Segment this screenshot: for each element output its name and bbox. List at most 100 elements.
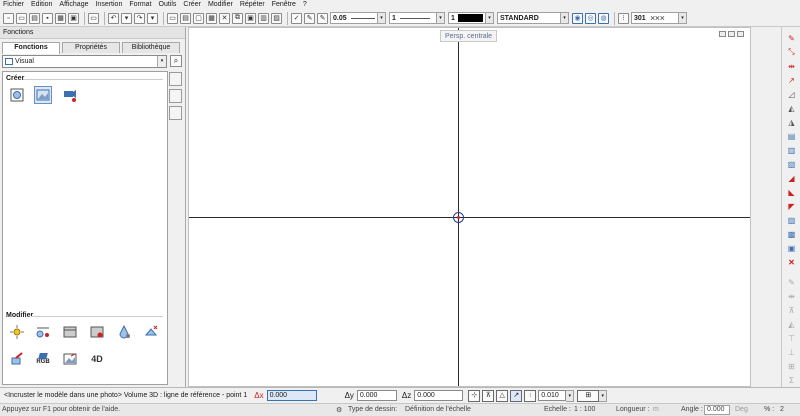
split-icon[interactable]: ▨ [786,215,797,225]
hatch-field[interactable]: 301 ⨯⨯⨯ [631,12,679,24]
render-window-button[interactable] [61,323,79,341]
animation-4d-button[interactable]: 4D [88,350,106,368]
new-file-icon[interactable]: ▫ [3,12,14,24]
camera-view-button[interactable] [8,86,26,104]
redo-dropdown-icon[interactable]: ▾ [147,12,158,24]
stretch-entity-icon[interactable]: ↗ [786,75,797,85]
stretch-icon[interactable]: ▭ [167,12,178,24]
step-dropdown[interactable]: ▾ [566,389,575,402]
tab-fonctions[interactable]: Fonctions [2,42,60,54]
surface-settings-button[interactable] [115,323,133,341]
snap-settings-icon[interactable]: ⊞ [577,389,600,402]
undo-icon[interactable]: ↶ [108,12,119,24]
scale-value[interactable]: 1 : 100 [574,406,595,413]
fragment-icon[interactable]: ▤ [180,12,191,24]
tab-bibliotheque[interactable]: Bibliothèque [122,42,180,53]
line-type-field[interactable]: 1 [389,12,437,24]
snap-settings-dropdown[interactable]: ▾ [599,389,608,402]
group-icon[interactable]: ▣ [786,243,797,253]
hide-icon[interactable]: ▨ [271,12,282,24]
style-manager-icon[interactable]: ◍ [598,12,609,24]
menu-affichage[interactable]: Affichage [59,0,88,10]
path-settings-button[interactable] [34,323,52,341]
mirror-copy-icon[interactable]: ◮ [786,117,797,127]
style-field[interactable]: STANDARD [497,12,561,24]
tab-proprietes[interactable]: Propriétés [62,42,120,53]
save-icon[interactable]: ▪ [42,12,53,24]
angle-value[interactable]: 0.000 [704,405,730,415]
menu-repeter[interactable]: Répéter [240,0,265,10]
side-tab-palette-icon[interactable] [169,72,182,86]
menu-creer[interactable]: Créer [183,0,201,10]
video-camera-button[interactable] [61,86,79,104]
paste-icon[interactable]: ▣ [245,12,256,24]
color-dropdown[interactable]: ▾ [486,12,494,24]
view-mode-badge[interactable]: Persp. centrale [440,30,498,42]
point-snap-icon[interactable]: ⊼ [482,389,495,402]
chamfer-icon[interactable]: ◤ [786,201,797,211]
scale-icon[interactable]: ▧ [786,159,797,169]
menu-fichier[interactable]: Fichier [3,0,24,10]
axes-icon[interactable]: ⊹ [468,389,481,402]
step-input[interactable]: 0.010 [538,390,567,401]
light-source-button[interactable] [142,323,160,341]
line-weight-dropdown[interactable]: ▾ [378,12,386,24]
light-settings-button[interactable] [8,323,26,341]
modify-distance-icon[interactable]: ⇹ [786,61,797,71]
render-settings-button[interactable] [88,323,106,341]
print-preview-icon[interactable]: ▣ [68,12,79,24]
hatch-dropdown[interactable]: ▾ [679,12,687,24]
layers-icon[interactable]: ▦ [206,12,217,24]
dx-input[interactable]: 0.000 [266,390,317,401]
redo-icon[interactable]: ↷ [134,12,145,24]
trim-icon[interactable]: ◿ [786,89,797,99]
join-icon[interactable]: ▩ [786,229,797,239]
assign-surface-button[interactable] [8,350,26,368]
search-icon[interactable]: ⌕ [170,55,182,67]
style-dropdown[interactable]: ▾ [561,12,569,24]
style-format-icon[interactable]: ◎ [585,12,596,24]
maximize-icon[interactable] [728,31,735,37]
offset-icon[interactable]: ◢ [786,173,797,183]
angle-icon[interactable]: ↗ [510,389,523,402]
dy-input[interactable]: 0.000 [356,390,397,401]
side-tab-wizard-icon[interactable] [169,89,182,103]
rotate-icon[interactable]: ▥ [786,145,797,155]
module-select[interactable]: Visual ▾ [2,55,167,68]
hatch-icon[interactable]: ⁝ [618,12,629,24]
photo-embed-button[interactable] [34,86,52,104]
menu-insertion[interactable]: Insertion [95,0,122,10]
open-file-icon[interactable]: ▭ [16,12,27,24]
viewport[interactable]: Persp. centrale [188,27,751,387]
menu-help[interactable]: ? [303,0,307,10]
image-icon[interactable]: ▭ [88,12,99,24]
menu-modifier[interactable]: Modifier [208,0,233,10]
fillet-icon[interactable]: ◣ [786,187,797,197]
menu-format[interactable]: Format [129,0,151,10]
frame-icon[interactable]: ▢ [193,12,204,24]
cut-icon[interactable]: ▥ [258,12,269,24]
style-settings-icon[interactable]: ◉ [572,12,583,24]
pen-icon[interactable]: ✎ [304,12,315,24]
drawing-type-value[interactable]: Définition de l'échelle [405,406,471,413]
modify-point-icon[interactable]: ⤡ [786,47,797,57]
open-project-icon[interactable]: ▤ [29,12,40,24]
line-weight-field[interactable]: 0.05 [330,12,378,24]
format-painter-icon[interactable]: ✓ [291,12,302,24]
mirror-icon[interactable]: ◭ [786,103,797,113]
triangle-icon[interactable]: △ [496,389,509,402]
pipette-icon[interactable]: ✎ [317,12,328,24]
menu-outils[interactable]: Outils [159,0,177,10]
undo-dropdown-icon[interactable]: ▾ [121,12,132,24]
menu-edition[interactable]: Edition [31,0,52,10]
line-type-dropdown[interactable]: ▾ [437,12,445,24]
close-icon[interactable] [737,31,744,37]
delete-icon[interactable]: ✕ [219,12,230,24]
copy-icon[interactable]: ⧉ [232,12,243,24]
chevron-down-icon[interactable]: ▾ [157,56,166,67]
minimize-icon[interactable] [719,31,726,37]
delete-entity-icon[interactable]: ✕ [786,257,797,267]
side-tab-library-icon[interactable] [169,106,182,120]
color-field[interactable]: 1 [448,12,486,24]
pencil-icon[interactable]: ✎ [786,33,797,43]
